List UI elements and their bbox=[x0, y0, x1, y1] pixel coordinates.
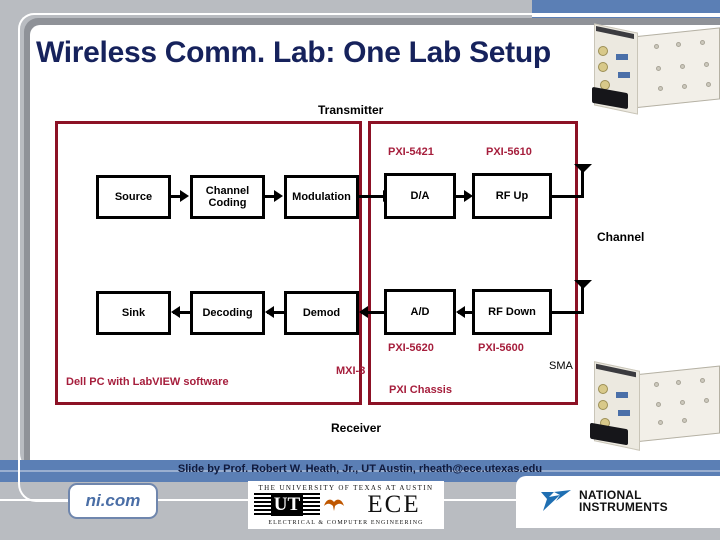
slide-canvas: Wireless Comm. Lab: One Lab Setup Transm… bbox=[0, 0, 720, 540]
arrowhead-to-modulation bbox=[274, 190, 283, 202]
part-label-pxi-5600: PXI-5600 bbox=[478, 342, 524, 354]
enclosure-dell-pc bbox=[55, 121, 362, 405]
sma-label: SMA bbox=[549, 360, 573, 372]
pxi-module-photo-bottom bbox=[574, 360, 720, 452]
arrowhead-to-coding bbox=[180, 190, 189, 202]
block-da[interactable]: D/A bbox=[384, 173, 456, 219]
antenna-transmit-icon bbox=[572, 162, 594, 194]
caption-dell-pc: Dell PC with LabVIEW software bbox=[66, 376, 229, 388]
part-label-pxi-5610: PXI-5610 bbox=[486, 146, 532, 158]
ut-dept-text: ECE bbox=[367, 491, 421, 518]
page-title: Wireless Comm. Lab: One Lab Setup bbox=[36, 36, 551, 69]
ni-com-logo-text: ni.com bbox=[85, 491, 141, 510]
caption-pxi-chassis: PXI Chassis bbox=[389, 384, 452, 396]
part-label-pxi-5620: PXI-5620 bbox=[388, 342, 434, 354]
wire-antenna-to-rfdown bbox=[552, 311, 584, 314]
part-label-pxi-5421: PXI-5421 bbox=[388, 146, 434, 158]
arrowhead-to-decoding bbox=[265, 306, 274, 318]
block-modulation[interactable]: Modulation bbox=[284, 175, 359, 219]
nati-logo-line2: INSTRUMENTS bbox=[579, 500, 668, 514]
longhorn-icon bbox=[324, 499, 344, 511]
block-rf-down[interactable]: RF Down bbox=[472, 289, 552, 335]
enclosure-pxi-chassis bbox=[368, 121, 578, 405]
arrowhead-to-demod bbox=[359, 306, 368, 318]
ut-logo-bottom-rule: ELECTRICAL & COMPUTER ENGINEERING bbox=[268, 520, 424, 526]
block-sink[interactable]: Sink bbox=[96, 291, 171, 335]
block-channel-coding[interactable]: Channel Coding bbox=[190, 175, 265, 219]
ut-monogram-text: UT bbox=[270, 494, 304, 516]
block-source[interactable]: Source bbox=[96, 175, 171, 219]
footer-credit-text: Slide by Prof. Robert W. Heath, Jr., UT … bbox=[177, 463, 543, 475]
pxi-module-photo-top bbox=[576, 23, 720, 115]
channel-label: Channel bbox=[597, 230, 645, 244]
block-ad[interactable]: A/D bbox=[384, 289, 456, 335]
arrowhead-to-sink bbox=[171, 306, 180, 318]
wire-rfup-to-antenna bbox=[552, 195, 584, 198]
ni-com-logo[interactable]: ni.com bbox=[68, 483, 158, 519]
transmitter-label: Transmitter bbox=[318, 103, 384, 117]
mxi3-label: MXI-3 bbox=[336, 365, 366, 377]
arrowhead-to-ad bbox=[456, 306, 465, 318]
antenna-receive-icon bbox=[572, 278, 594, 310]
receiver-label: Receiver bbox=[331, 421, 382, 435]
block-decoding[interactable]: Decoding bbox=[190, 291, 265, 335]
nati-logo-wordmark: NATIONAL INSTRUMENTS bbox=[579, 489, 668, 514]
ni-eagle-icon bbox=[541, 490, 571, 511]
national-instruments-logo: NATIONAL INSTRUMENTS bbox=[540, 483, 710, 519]
block-rf-up[interactable]: RF Up bbox=[472, 173, 552, 219]
ut-monogram: UT bbox=[254, 493, 320, 517]
block-demod[interactable]: Demod bbox=[284, 291, 359, 335]
ut-ece-logo: THE UNIVERSITY OF TEXAS AT AUSTIN UT ECE… bbox=[248, 481, 444, 529]
